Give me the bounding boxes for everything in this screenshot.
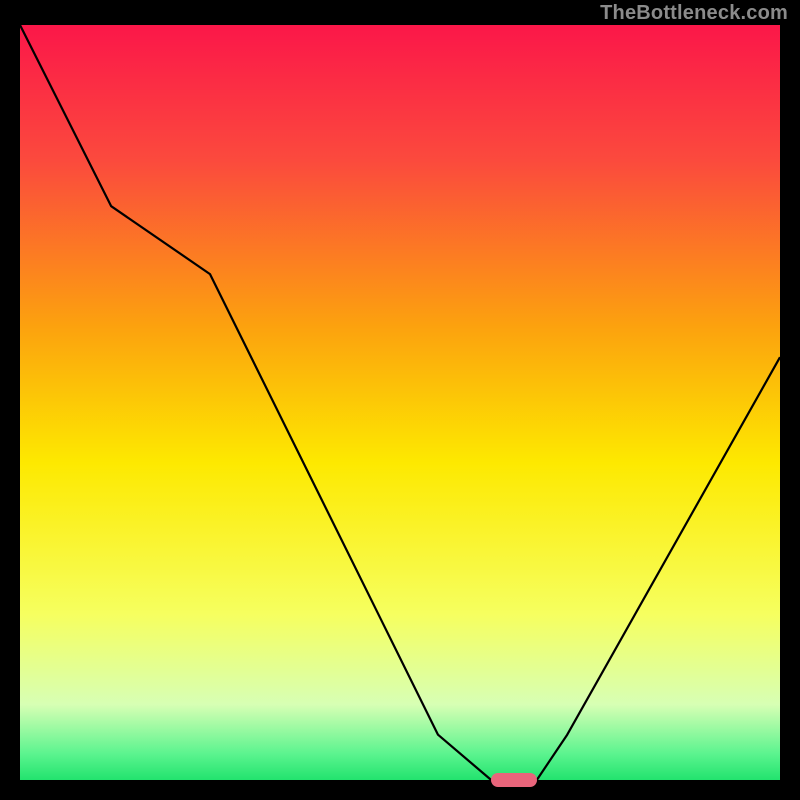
watermark-text: TheBottleneck.com bbox=[600, 2, 788, 25]
chart-canvas bbox=[0, 0, 800, 800]
bottleneck-chart: TheBottleneck.com bbox=[0, 0, 800, 800]
optimal-marker bbox=[491, 773, 537, 787]
plot-background bbox=[20, 25, 780, 780]
